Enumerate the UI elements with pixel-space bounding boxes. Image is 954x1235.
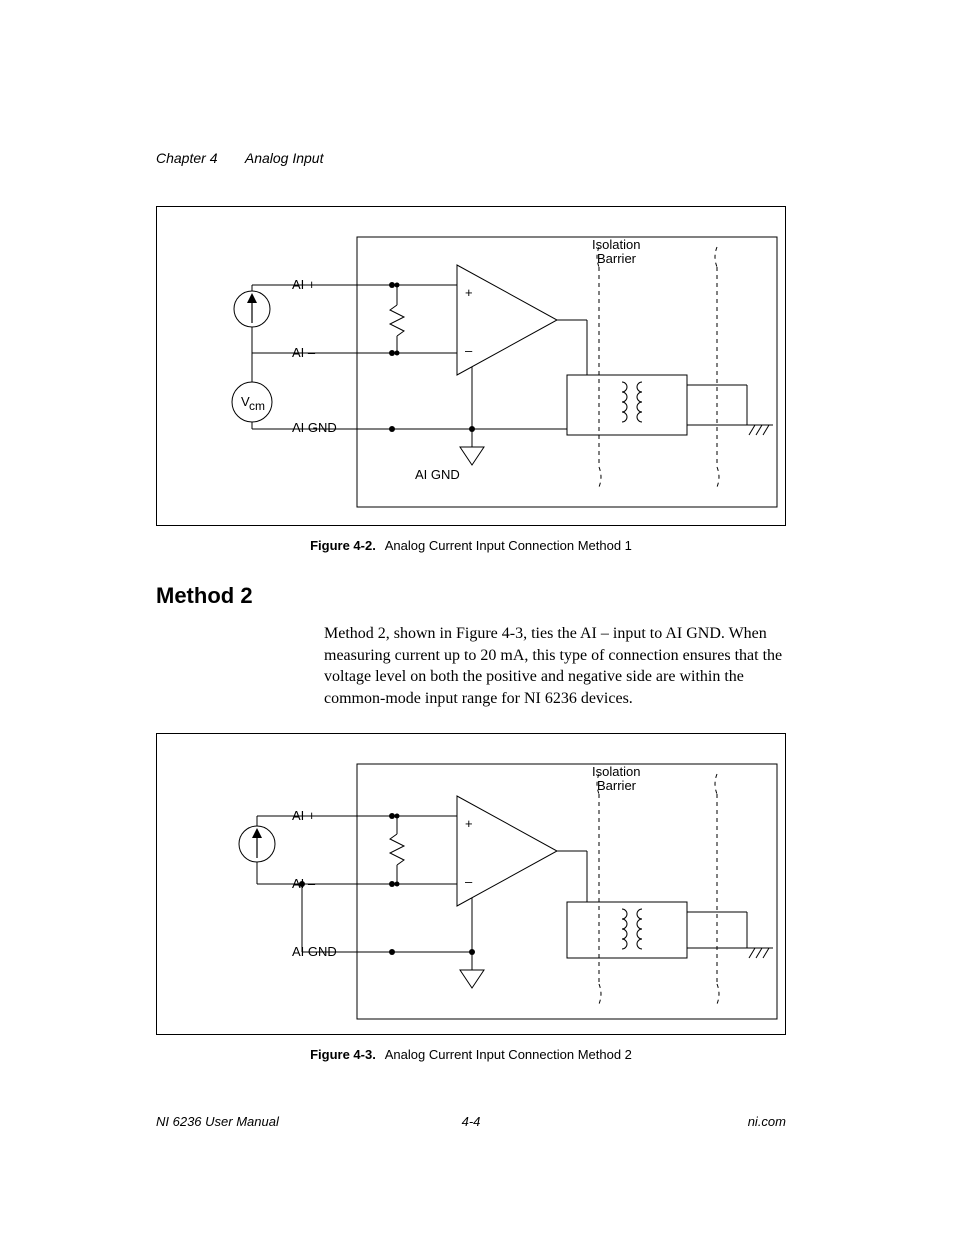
circuit-diagram-2: AI + AI – AI GND Isolation Barrier + – [157, 734, 785, 1034]
label-barrier-2: Barrier [597, 778, 637, 793]
label-ai-plus-2: AI + [292, 808, 316, 823]
label-ai-plus: AI + [292, 277, 316, 292]
figure-4-3: AI + AI – AI GND Isolation Barrier + – [156, 733, 786, 1035]
footer-manual-title: NI 6236 User Manual [156, 1114, 279, 1129]
label-vcm-sub: cm [249, 399, 265, 413]
amp-plus-2: + [465, 816, 473, 831]
label-ai-gnd2: AI GND [415, 467, 460, 482]
footer-page-number: 4-4 [462, 1114, 481, 1129]
figure-4-3-text: Analog Current Input Connection Method 2 [385, 1047, 632, 1062]
section-heading-method-2: Method 2 [156, 583, 786, 609]
label-isolation: Isolation [592, 237, 640, 252]
label-isolation-2: Isolation [592, 764, 640, 779]
running-header: Chapter 4 Analog Input [156, 150, 786, 166]
amp-minus: – [465, 343, 473, 358]
label-ai-gnd: AI GND [292, 420, 337, 435]
figure-4-2-text: Analog Current Input Connection Method 1 [385, 538, 632, 553]
label-ai-gnd-2: AI GND [292, 944, 337, 959]
chapter-title: Analog Input [245, 150, 324, 166]
amp-minus-2: – [465, 874, 473, 889]
section-body: Method 2, shown in Figure 4-3, ties the … [324, 623, 784, 709]
figure-4-2-label: Figure 4-2. [310, 538, 376, 553]
page-content: Chapter 4 Analog Input [156, 150, 786, 1092]
figure-4-2: AI + AI – AI GND AI GND V cm Isolation B… [156, 206, 786, 526]
footer-site: ni.com [748, 1114, 786, 1129]
figure-4-3-caption: Figure 4-3. Analog Current Input Connect… [156, 1047, 786, 1062]
label-ai-minus: AI – [292, 345, 316, 360]
figure-4-2-caption: Figure 4-2. Analog Current Input Connect… [156, 538, 786, 553]
chapter-label: Chapter 4 [156, 150, 217, 166]
label-barrier: Barrier [597, 251, 637, 266]
amp-plus: + [465, 285, 473, 300]
circuit-diagram-1: AI + AI – AI GND AI GND V cm Isolation B… [157, 207, 785, 525]
label-ai-minus-2: AI – [292, 876, 316, 891]
figure-4-3-label: Figure 4-3. [310, 1047, 376, 1062]
